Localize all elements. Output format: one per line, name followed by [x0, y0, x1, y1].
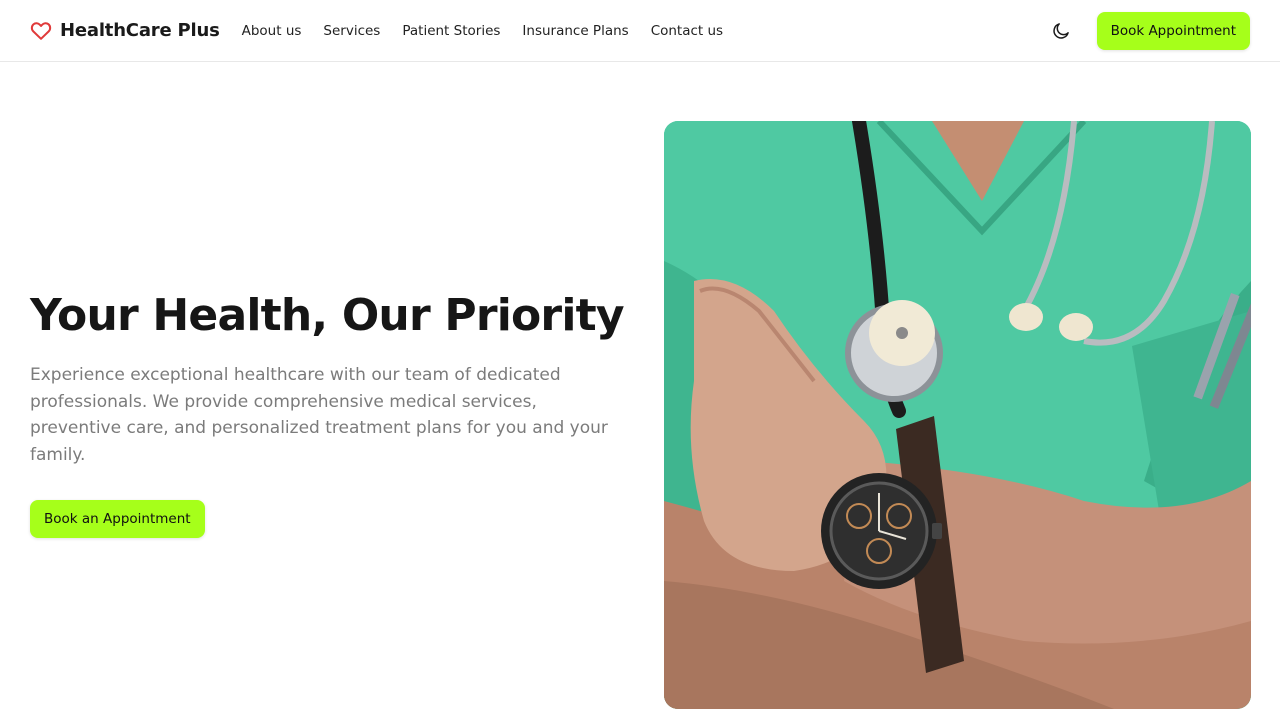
book-appointment-button[interactable]: Book Appointment: [1096, 11, 1250, 50]
doctor-with-stethoscope-image: [664, 121, 1251, 709]
hero-illustration: [664, 121, 1251, 709]
main-nav: About us Services Patient Stories Insura…: [242, 23, 745, 39]
nav-link-insurance-plans[interactable]: Insurance Plans: [522, 23, 628, 39]
theme-toggle-button[interactable]: [1049, 19, 1073, 43]
site-header: HealthCare Plus About us Services Patien…: [0, 0, 1280, 62]
brand-name: HealthCare Plus: [60, 20, 220, 41]
header-actions: Book Appointment: [1049, 11, 1250, 50]
hero-content: Your Health, Our Priority Experience exc…: [30, 288, 630, 538]
heart-outline-icon: [30, 21, 52, 40]
book-an-appointment-button[interactable]: Book an Appointment: [30, 500, 205, 538]
hero-description: Experience exceptional healthcare with o…: [30, 365, 608, 465]
nav-link-contact[interactable]: Contact us: [651, 23, 723, 39]
nav-link-services[interactable]: Services: [323, 23, 380, 39]
moon-icon: [1052, 22, 1069, 39]
hero-title: Your Health, Our Priority: [30, 290, 625, 341]
nav-link-about[interactable]: About us: [242, 23, 302, 39]
nav-link-patient-stories[interactable]: Patient Stories: [402, 23, 500, 39]
brand-logo[interactable]: HealthCare Plus: [30, 20, 220, 42]
